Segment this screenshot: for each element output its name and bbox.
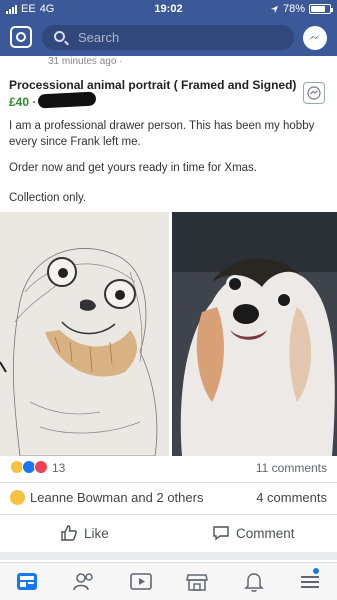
notifications-icon[interactable] (242, 571, 266, 593)
search-input[interactable]: Search (42, 25, 294, 50)
comment-button[interactable]: Comment (212, 524, 295, 542)
messenger-icon[interactable] (303, 26, 327, 50)
marketplace-icon[interactable] (185, 571, 209, 593)
menu-icon[interactable] (298, 571, 322, 593)
news-feed-icon[interactable] (15, 571, 39, 593)
shared-reactions-row[interactable]: Leanne Bowman and 2 others 4 comments (0, 488, 337, 508)
listing-photos (0, 212, 337, 456)
battery-icon (309, 4, 333, 14)
listing-text: I am a professional drawer person. This … (9, 120, 315, 148)
status-bar: EE 4G 19:02 78% (0, 0, 337, 20)
friends-icon[interactable] (72, 571, 96, 593)
comment-count[interactable]: 11 comments (256, 461, 327, 475)
post-actions: Like Comment (0, 519, 337, 549)
haha-reaction-icon (10, 490, 25, 505)
like-button[interactable]: Like (60, 524, 109, 542)
camera-icon[interactable] (10, 26, 32, 48)
divider (0, 514, 337, 515)
post-image[interactable]: 31 minutes ago · Processional animal por… (0, 56, 337, 456)
watch-icon[interactable] (129, 571, 153, 593)
reaction-count: 13 (52, 461, 66, 475)
dog-photo (172, 212, 337, 456)
search-placeholder: Search (78, 30, 120, 45)
top-bar: EE 4G 19:02 78% Search (0, 0, 337, 56)
redaction-scribble (37, 91, 97, 109)
comment-icon (213, 526, 229, 541)
liked-by-text: Leanne Bowman and 2 others (30, 490, 204, 505)
comment-count[interactable]: 4 comments (256, 490, 327, 505)
drawing-photo (0, 212, 169, 456)
comment-label: Comment (236, 525, 295, 541)
notification-dot (313, 568, 319, 574)
like-label: Like (84, 525, 109, 541)
tab-bar (0, 562, 337, 600)
location-icon (270, 5, 279, 13)
post-timestamp: 31 minutes ago · (48, 56, 123, 67)
love-reaction-icon (34, 460, 48, 474)
message-seller-icon (303, 82, 325, 104)
divider (0, 482, 337, 483)
status-right: 78% (270, 3, 333, 15)
listing-text: Order now and get yours ready in time fo… (9, 162, 257, 174)
listing-text: Collection only. (9, 192, 87, 204)
listing-title: Processional animal portrait ( Framed an… (9, 78, 297, 92)
battery-percent: 78% (282, 3, 305, 15)
search-icon (54, 31, 65, 42)
thumbs-up-icon (61, 525, 77, 541)
feed-separator (0, 552, 337, 560)
reactions-row[interactable]: 13 11 comments (0, 460, 337, 480)
listing-price: £40 · (9, 95, 37, 109)
